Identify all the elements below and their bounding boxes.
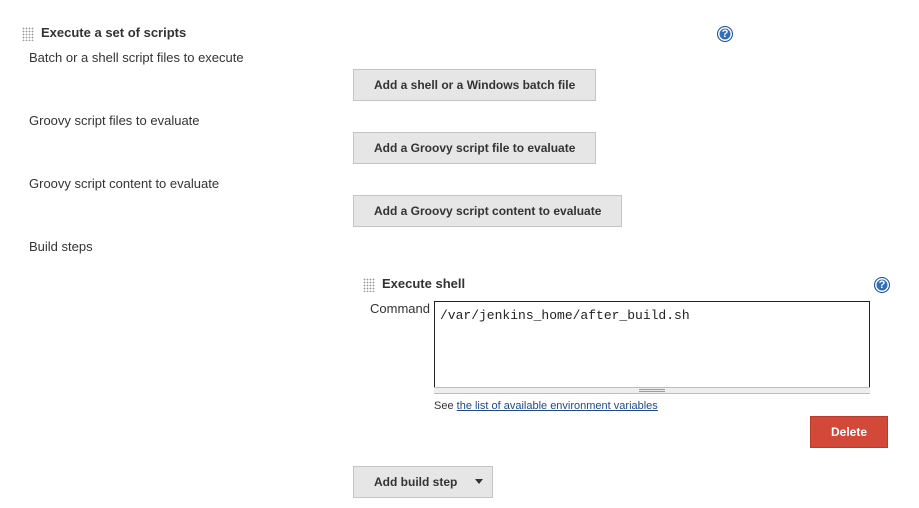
command-textarea[interactable]: /var/jenkins_home/after_build.sh: [434, 301, 870, 388]
env-vars-link[interactable]: the list of available environment variab…: [457, 400, 658, 412]
add-build-step-label: Add build step: [374, 475, 458, 489]
drag-handle-icon[interactable]: [363, 278, 375, 292]
add-shell-batch-file-button[interactable]: Add a shell or a Windows batch file: [353, 69, 597, 101]
execute-shell-title: Execute shell: [382, 276, 466, 291]
command-label: Command: [370, 301, 430, 316]
build-steps-label: Build steps: [29, 239, 93, 254]
add-build-step-button[interactable]: Add build step: [353, 466, 493, 498]
delete-button[interactable]: Delete: [810, 416, 888, 448]
chevron-down-icon: [475, 479, 484, 485]
help-icon[interactable]: ?: [874, 277, 890, 293]
groovy-files-label: Groovy script files to evaluate: [29, 113, 200, 128]
add-groovy-content-button[interactable]: Add a Groovy script content to evaluate: [353, 195, 623, 227]
see-text: See: [434, 400, 457, 412]
help-icon[interactable]: ?: [717, 26, 733, 42]
section-title: Execute a set of scripts: [41, 25, 187, 40]
groovy-content-label: Groovy script content to evaluate: [29, 176, 220, 191]
batch-files-label: Batch or a shell script files to execute: [29, 50, 244, 65]
textarea-resize-handle[interactable]: [434, 387, 870, 394]
add-groovy-file-button[interactable]: Add a Groovy script file to evaluate: [353, 132, 597, 164]
drag-handle-icon[interactable]: [22, 27, 34, 41]
env-vars-note: See the list of available environment va…: [434, 400, 658, 412]
